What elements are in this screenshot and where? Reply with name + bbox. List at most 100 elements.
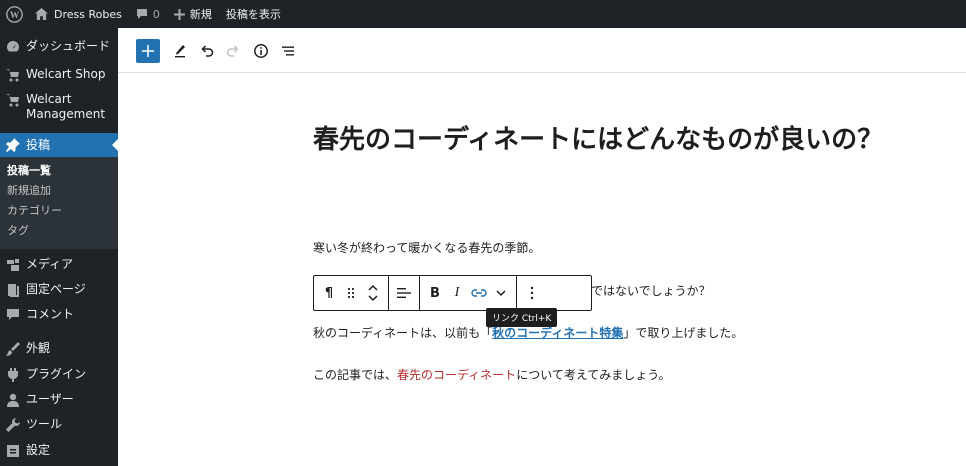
submenu-all-posts[interactable]: 投稿一覧 xyxy=(0,161,118,181)
drag-handle-icon[interactable] xyxy=(340,280,362,306)
sidebar-item-posts[interactable]: 投稿 xyxy=(0,133,118,157)
list-view-icon xyxy=(282,46,294,56)
view-post-label: 投稿を表示 xyxy=(225,8,281,21)
sidebar-item-label: 投稿 xyxy=(26,137,51,152)
submenu-tags[interactable]: タグ xyxy=(0,221,118,241)
italic-button[interactable]: I xyxy=(446,280,468,306)
paragraph-block[interactable]: この記事では、春先のコーディネートについて考えてみましょう。 xyxy=(313,366,671,383)
settings-icon xyxy=(6,444,20,458)
undo-button[interactable] xyxy=(195,39,219,63)
block-toolbar-group xyxy=(389,276,420,310)
more-vertical-icon xyxy=(530,286,534,300)
editor-canvas: 春先のコーディネートにはどんなものが良いの？ 寒い冬が終わって暖かくなる春先の季… xyxy=(118,73,966,466)
sidebar-item-pages[interactable]: 固定ページ xyxy=(0,282,118,297)
block-toolbar-group: ¶ xyxy=(314,276,389,310)
posts-submenu: 投稿一覧 新規追加 カテゴリー タグ xyxy=(0,157,118,249)
sidebar-item-tools[interactable]: ツール xyxy=(0,417,118,432)
sidebar-item-label: メディア xyxy=(26,257,74,271)
svg-text:W: W xyxy=(9,10,19,20)
inline-link[interactable]: 秋のコーディネート特集 xyxy=(492,326,623,340)
cart-icon xyxy=(6,93,20,107)
comments-count: 0 xyxy=(152,7,160,21)
new-label: 新規 xyxy=(189,8,212,21)
sidebar-item-dashboard[interactable]: ダッシュボード xyxy=(0,39,118,54)
view-post-link[interactable]: 投稿を表示 xyxy=(219,0,288,28)
dashboard-icon xyxy=(6,40,20,54)
pencil-icon xyxy=(175,45,185,58)
sidebar-item-users[interactable]: ユーザー xyxy=(0,392,118,407)
plus-icon xyxy=(173,8,185,20)
cart-icon xyxy=(6,68,20,82)
edit-mode-button[interactable] xyxy=(168,39,192,63)
info-icon xyxy=(254,44,268,58)
sidebar-item-comments[interactable]: コメント xyxy=(0,307,118,322)
sidebar-item-label: ユーザー xyxy=(26,392,74,406)
link-icon xyxy=(471,289,487,297)
bold-button[interactable]: B xyxy=(424,280,446,306)
sidebar-item-label: プラグイン xyxy=(26,367,87,381)
new-content-link[interactable]: 新規 xyxy=(167,0,219,28)
submenu-add-new[interactable]: 新規追加 xyxy=(0,181,118,201)
sidebar-item-media[interactable]: メディア xyxy=(0,257,118,272)
media-icon xyxy=(6,258,20,272)
sidebar-item-welcart-shop[interactable]: Welcart Shop xyxy=(0,67,118,82)
sidebar-item-label: Welcart Shop xyxy=(26,67,106,81)
move-up-down-icon[interactable] xyxy=(362,280,384,306)
options-button[interactable] xyxy=(521,280,543,306)
paragraph-text: この記事では、 xyxy=(313,368,398,382)
sidebar-item-label: ダッシュボード xyxy=(26,39,111,53)
post-title[interactable]: 春先のコーディネートにはどんなものが良いの？ xyxy=(313,121,943,159)
wordpress-logo-icon[interactable]: W xyxy=(0,0,28,28)
paragraph-text: 」で取り上げました。 xyxy=(623,326,744,340)
redo-icon xyxy=(226,45,239,57)
paragraph-block[interactable]: 寒い冬が終わって暖かくなる春先の季節。 xyxy=(313,239,540,256)
page-icon xyxy=(6,283,20,297)
link-tooltip: リンク Ctrl+K xyxy=(486,308,558,327)
block-toolbar-group xyxy=(517,276,547,310)
site-name: Dress Robes xyxy=(54,7,122,21)
sidebar-item-label: ツール xyxy=(26,417,63,431)
sidebar-item-label: 固定ページ xyxy=(26,282,86,296)
paragraph-block[interactable]: ではないでしょうか？ xyxy=(591,282,711,299)
sidebar-item-label: 設定 xyxy=(26,443,51,457)
block-toolbar-group: B I xyxy=(420,276,517,310)
sidebar-item-settings[interactable]: 設定 xyxy=(0,443,118,458)
block-toolbar: ¶ B I xyxy=(313,275,592,311)
undo-icon xyxy=(201,45,214,57)
more-formats-button[interactable] xyxy=(490,280,512,306)
add-block-button[interactable] xyxy=(136,39,160,63)
align-icon[interactable] xyxy=(393,280,415,306)
link-button[interactable] xyxy=(468,280,490,306)
admin-sidebar: ダッシュボード Welcart Shop Welcart Management … xyxy=(0,28,118,466)
sidebar-item-label: コメント xyxy=(26,307,75,321)
sidebar-item-plugins[interactable]: プラグイン xyxy=(0,367,118,382)
home-icon xyxy=(35,8,48,20)
details-button[interactable] xyxy=(249,39,273,63)
site-name-link[interactable]: Dress Robes xyxy=(28,0,129,28)
chevron-down-icon xyxy=(496,290,506,297)
plugin-icon xyxy=(6,368,20,382)
list-view-button[interactable] xyxy=(276,39,300,63)
sidebar-item-appearance[interactable]: 外観 xyxy=(0,341,118,356)
plus-icon xyxy=(142,45,154,57)
paragraph-text: 秋のコーディネートは、以前も「 xyxy=(313,326,493,340)
sidebar-item-label: Welcart Management xyxy=(26,92,106,121)
wrench-icon xyxy=(6,418,20,432)
paragraph-icon[interactable]: ¶ xyxy=(318,280,340,306)
editor-header-toolbar xyxy=(118,28,966,73)
comment-icon xyxy=(6,308,20,322)
sidebar-item-label: 外観 xyxy=(26,341,51,355)
paragraph-text: について考えてみましょう。 xyxy=(516,368,671,382)
submenu-categories[interactable]: カテゴリー xyxy=(0,201,118,221)
paragraph-text: ではないでしょうか？ xyxy=(591,284,711,298)
comment-bubble-icon xyxy=(136,9,147,19)
pin-icon xyxy=(6,138,20,152)
sidebar-item-welcart-management[interactable]: Welcart Management xyxy=(0,92,118,122)
brush-icon xyxy=(6,342,20,356)
admin-bar: W Dress Robes 0 新規 投稿を表示 xyxy=(0,0,966,28)
comments-link[interactable]: 0 xyxy=(129,0,167,28)
redo-button[interactable] xyxy=(221,39,245,63)
highlighted-text: 春先のコーディネート xyxy=(397,368,517,382)
paragraph-text: 寒い冬が終わって暖かくなる春先の季節。 xyxy=(313,241,541,255)
user-icon xyxy=(6,393,20,407)
